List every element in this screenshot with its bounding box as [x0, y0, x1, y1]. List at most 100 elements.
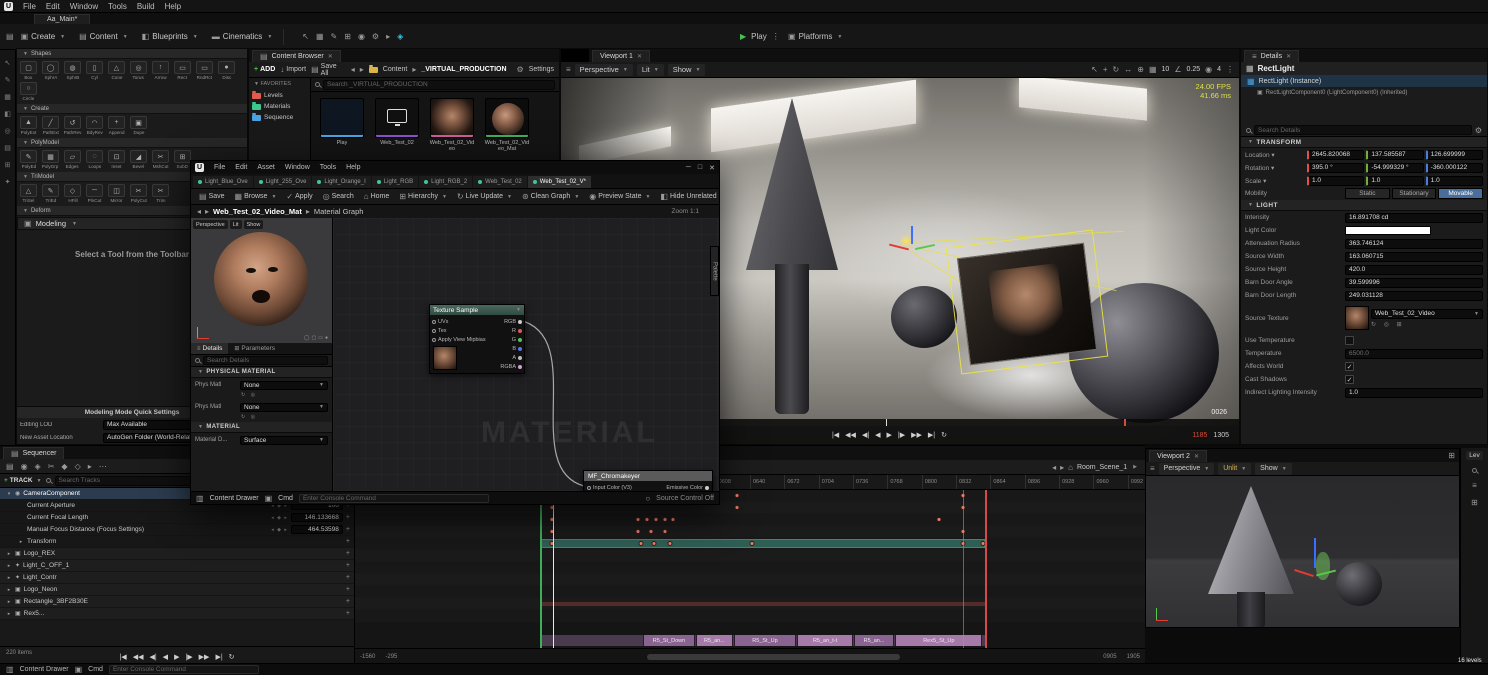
node-input-tex[interactable]: Tex	[430, 326, 524, 335]
home-icon[interactable]: ⌂	[1068, 463, 1073, 472]
save-icon[interactable]: ▤	[6, 32, 14, 41]
node-header[interactable]: Texture Sample ▼	[430, 305, 524, 315]
tab-details[interactable]: ≡ Details ✕	[1244, 50, 1300, 62]
tool-circle[interactable]: ○ Circle	[18, 82, 39, 102]
node-input-apply-view-mipbias[interactable]: Apply View Mipbias	[430, 335, 524, 344]
sequencer-toolbar-icon-6[interactable]: ▸	[88, 462, 92, 471]
node-output-rgba[interactable]: RGBA	[500, 362, 522, 371]
gizmo-y-axis[interactable]	[915, 243, 935, 251]
tool-polyext[interactable]: ▲ PolyExt	[18, 116, 39, 136]
keyframe[interactable]	[635, 517, 641, 522]
asset-dropdown[interactable]: Web_Test_02_Video ▼	[1371, 308, 1483, 319]
material-toolbar-apply[interactable]: ✓ Apply	[282, 192, 316, 201]
tab-levels[interactable]: Lev	[1466, 451, 1483, 460]
toolbar-cinematics-button[interactable]: ▬ Cinematics ▼	[205, 32, 280, 41]
menu-edit[interactable]: Edit	[41, 2, 65, 11]
tool-arrow[interactable]: ↑ Arrow	[150, 61, 171, 81]
transform-gizmo[interactable]	[1292, 538, 1336, 588]
track-row-manual-focus-distance-focus-settings[interactable]: Manual Focus Distance (Focus Settings) ◂ …	[0, 524, 354, 536]
playback-range-end[interactable]	[985, 490, 988, 648]
gizmo-x-axis[interactable]	[1294, 568, 1314, 578]
add-track-button[interactable]: + TRACK ▼	[4, 477, 42, 484]
tab-viewport1[interactable]: Viewport 1 ✕	[592, 50, 650, 62]
node-output-r[interactable]: R	[512, 326, 522, 335]
toolbar-blueprints-button[interactable]: ◧ Blueprints ▼	[135, 32, 205, 41]
material-menu-window[interactable]: Window	[280, 164, 315, 171]
material-toolbar-preview-state[interactable]: ◉ Preview State ▼	[585, 192, 654, 201]
material-tab-light-blue-ove[interactable]: Light_Blue_Ove	[193, 176, 253, 188]
axis-z-input[interactable]: -360.000122	[1425, 162, 1483, 173]
tool-bevel[interactable]: ◢ Bevel	[128, 150, 149, 170]
phys-dropdown[interactable]: None ▼	[240, 380, 328, 390]
palette-side-tab[interactable]: Palette	[710, 246, 719, 296]
checkbox[interactable]: ✓	[1345, 362, 1354, 371]
sequencer-toolbar-icon-0[interactable]: ▤	[6, 462, 14, 471]
keyframe-row-7[interactable]	[355, 574, 1145, 586]
content-drawer-button[interactable]: Content Drawer	[20, 666, 69, 673]
keyframe[interactable]	[667, 541, 673, 546]
rectlight-wireframe[interactable]	[945, 229, 1109, 375]
tab-material-details[interactable]: ≡ Details	[191, 343, 229, 354]
gizmo-z-axis[interactable]	[1314, 538, 1316, 568]
value-input[interactable]: 6500.0	[1345, 348, 1483, 359]
maximize-icon[interactable]: □	[698, 164, 702, 172]
grid-icon[interactable]: ⊞	[1471, 498, 1478, 507]
input-pin[interactable]	[432, 319, 436, 324]
transport-sequencer-transport-4[interactable]: ▶	[174, 653, 179, 661]
gear-icon[interactable]: ⚙	[517, 65, 524, 74]
expander-icon[interactable]: ▸	[6, 575, 12, 581]
phys-dropdown[interactable]: None ▼	[240, 402, 328, 412]
sequence-breadcrumb[interactable]: Room_Scene_1	[1077, 464, 1127, 471]
show-dropdown[interactable]: Show ▼	[1255, 462, 1292, 475]
viewport-tool-2[interactable]: ↻	[1113, 65, 1120, 74]
material-section-header[interactable]: ▼ MATERIAL	[191, 422, 332, 433]
preview-lit-button[interactable]: Lit	[229, 220, 242, 229]
menu-file[interactable]: File	[18, 2, 41, 11]
tool-rndrct[interactable]: ▭ RndRct	[194, 61, 215, 81]
tool-trisel[interactable]: △ TriSel	[18, 184, 39, 204]
scrubber-playhead[interactable]	[886, 419, 888, 426]
expander-icon[interactable]: ▸	[6, 563, 12, 569]
add-section-icon[interactable]: +	[346, 586, 350, 593]
sequencer-toolbar-icon-4[interactable]: ◆	[61, 462, 67, 471]
phys-action-icons[interactable]: ↻ ◎	[191, 392, 332, 400]
material-menu-asset[interactable]: Asset	[252, 164, 280, 171]
add-section-icon[interactable]: +	[346, 574, 350, 581]
chromakeyer-node[interactable]: MF_Chromakeyer Input Color (V3) Emissive…	[583, 470, 713, 491]
track-row-logo-neon[interactable]: ▸ ▣ Logo_Neon +	[0, 584, 354, 596]
axis-y-input[interactable]: -54.999329 °	[1366, 162, 1424, 173]
track-value-input[interactable]: 464.53598	[290, 525, 343, 534]
value-input[interactable]: 249.031128	[1345, 290, 1483, 301]
breadcrumb-asset[interactable]: Web_Test_02_Video_Mat	[213, 207, 302, 216]
keyframe[interactable]	[638, 541, 644, 546]
keyframe-row-10[interactable]	[355, 610, 1145, 622]
component-row[interactable]: ▣ RectLightComponent0 (LightComponent0) …	[1241, 87, 1487, 98]
viewport-tool-8[interactable]: 0.25	[1186, 66, 1200, 73]
value-input[interactable]: 39.599996	[1345, 277, 1483, 288]
transport-sequencer-transport-1[interactable]: ◀◀	[133, 653, 144, 661]
close-icon[interactable]: ✕	[1286, 53, 1291, 60]
keyframe[interactable]	[635, 529, 641, 534]
play-icon[interactable]: ▶	[740, 32, 746, 41]
toolbar-mode-icon-3[interactable]: ⊞	[344, 32, 351, 41]
keyframe-band[interactable]	[539, 539, 986, 548]
keyframe[interactable]	[749, 541, 755, 546]
transport-viewport-transport-2[interactable]: ◀|	[862, 431, 869, 439]
sequencer-toolbar-icon-5[interactable]: ◇	[75, 462, 81, 471]
transform-gizmo[interactable]: ✳	[889, 224, 935, 268]
editor-mode-icon-4[interactable]: ◎	[4, 127, 10, 135]
tool-cone[interactable]: △ Cone	[106, 61, 127, 81]
material-tab-light-orange-i[interactable]: Light_Orange_I	[312, 176, 371, 188]
track-row-rex5[interactable]: ▸ ▣ Rex5... +	[0, 608, 354, 620]
tool-polycut[interactable]: ✂ PolyCut	[128, 184, 149, 204]
tab-material-parameters[interactable]: ⊞ Parameters	[228, 343, 281, 354]
viewport-menu-icon[interactable]: ≡	[566, 65, 571, 74]
keyframe[interactable]	[670, 517, 676, 522]
shot-r5-an-t-t[interactable]: R5_an_t-t	[797, 635, 853, 646]
viewport-tool-0[interactable]: ↖	[1091, 65, 1098, 74]
expander-icon[interactable]: ▸	[6, 599, 12, 605]
editor-mode-icon-5[interactable]: ▤	[4, 144, 11, 152]
input-pin[interactable]	[432, 328, 436, 333]
expander-icon[interactable]: ▸	[6, 611, 12, 617]
viewport-tool-11[interactable]: ⋮	[1226, 65, 1234, 74]
